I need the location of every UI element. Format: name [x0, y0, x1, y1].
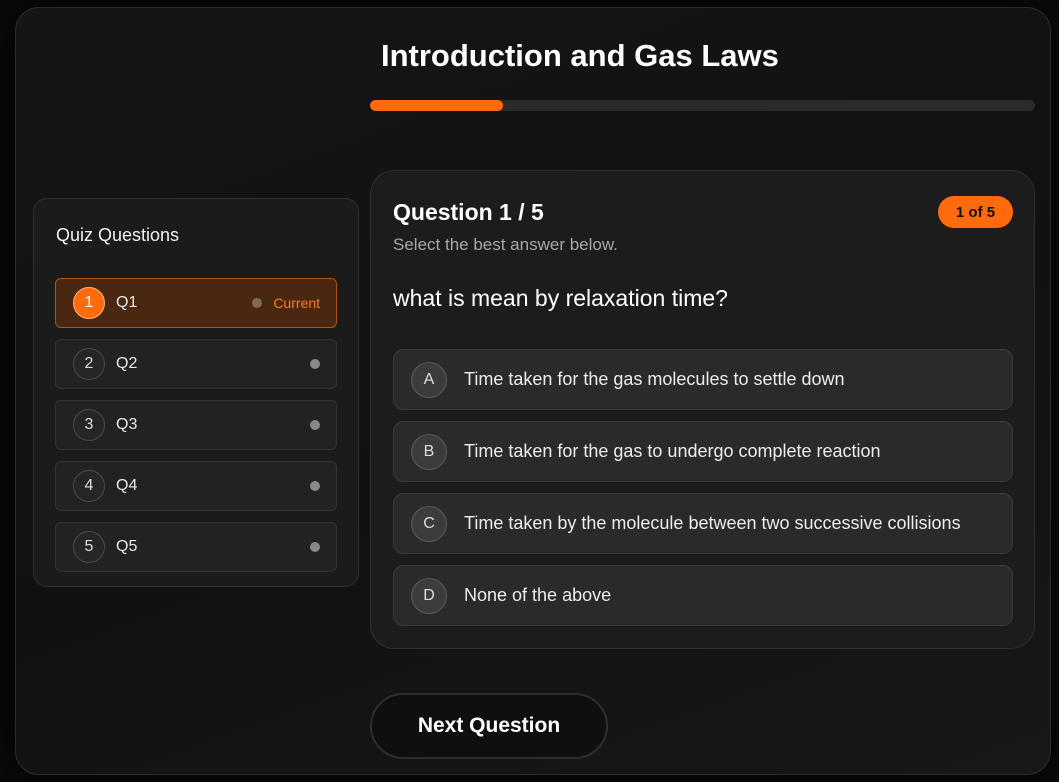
- question-number: 2: [73, 348, 105, 380]
- question-label: Q5: [116, 538, 138, 555]
- status-dot-icon: [310, 481, 320, 491]
- next-question-button[interactable]: Next Question: [370, 693, 608, 759]
- question-status: [310, 401, 320, 449]
- question-status: [310, 523, 320, 571]
- option-text: Time taken by the molecule between two s…: [464, 513, 961, 533]
- sidebar-title: Quiz Questions: [56, 225, 180, 245]
- answer-option-a[interactable]: A Time taken for the gas molecules to se…: [393, 349, 1013, 410]
- answer-option-d[interactable]: D None of the above: [393, 565, 1013, 626]
- question-label: Q3: [116, 416, 138, 433]
- sidebar-item-q5[interactable]: 5 Q5: [55, 522, 337, 572]
- question-status: Current: [252, 279, 320, 327]
- sidebar-item-q4[interactable]: 4 Q4: [55, 461, 337, 511]
- quiz-modal: Introduction and Gas Laws Quiz Questions…: [15, 7, 1051, 775]
- quiz-progress-fill: [370, 100, 503, 111]
- question-number: 5: [73, 531, 105, 563]
- option-letter: D: [411, 577, 447, 614]
- option-letter: B: [411, 433, 447, 470]
- option-letter: A: [411, 361, 447, 398]
- sidebar-item-q2[interactable]: 2 Q2: [55, 339, 337, 389]
- option-letter: C: [411, 505, 447, 542]
- status-dot-icon: [310, 542, 320, 552]
- status-dot-icon: [310, 420, 320, 430]
- option-text: Time taken for the gas molecules to sett…: [464, 369, 845, 389]
- question-label: Q2: [116, 355, 138, 372]
- question-card: Question 1 / 5 1 of 5 Select the best an…: [370, 170, 1035, 649]
- question-label: Q4: [116, 477, 138, 494]
- question-number: 3: [73, 409, 105, 441]
- quiz-progress-bar: [370, 100, 1035, 111]
- quiz-sidebar: Quiz Questions 1 Q1 Current 2 Q2 3 Q3 4: [33, 198, 359, 587]
- sidebar-item-q1[interactable]: 1 Q1 Current: [55, 278, 337, 328]
- question-status: [310, 340, 320, 388]
- sidebar-item-q3[interactable]: 3 Q3: [55, 400, 337, 450]
- quiz-title: Introduction and Gas Laws: [381, 38, 779, 73]
- option-text: None of the above: [464, 585, 612, 605]
- question-status: [310, 462, 320, 510]
- question-instructions: Select the best answer below.: [393, 235, 618, 254]
- answer-option-b[interactable]: B Time taken for the gas to undergo comp…: [393, 421, 1013, 482]
- option-text: Time taken for the gas to undergo comple…: [464, 441, 881, 461]
- status-label: Current: [273, 295, 320, 311]
- question-heading: Question 1 / 5: [393, 199, 544, 225]
- question-text: what is mean by relaxation time?: [393, 285, 728, 311]
- status-dot-icon: [310, 359, 320, 369]
- question-label: Q1: [116, 294, 138, 311]
- question-number: 1: [73, 287, 105, 319]
- question-number: 4: [73, 470, 105, 502]
- status-dot-icon: [252, 298, 263, 308]
- question-count-badge: 1 of 5: [938, 196, 1013, 228]
- answer-option-c[interactable]: C Time taken by the molecule between two…: [393, 493, 1013, 554]
